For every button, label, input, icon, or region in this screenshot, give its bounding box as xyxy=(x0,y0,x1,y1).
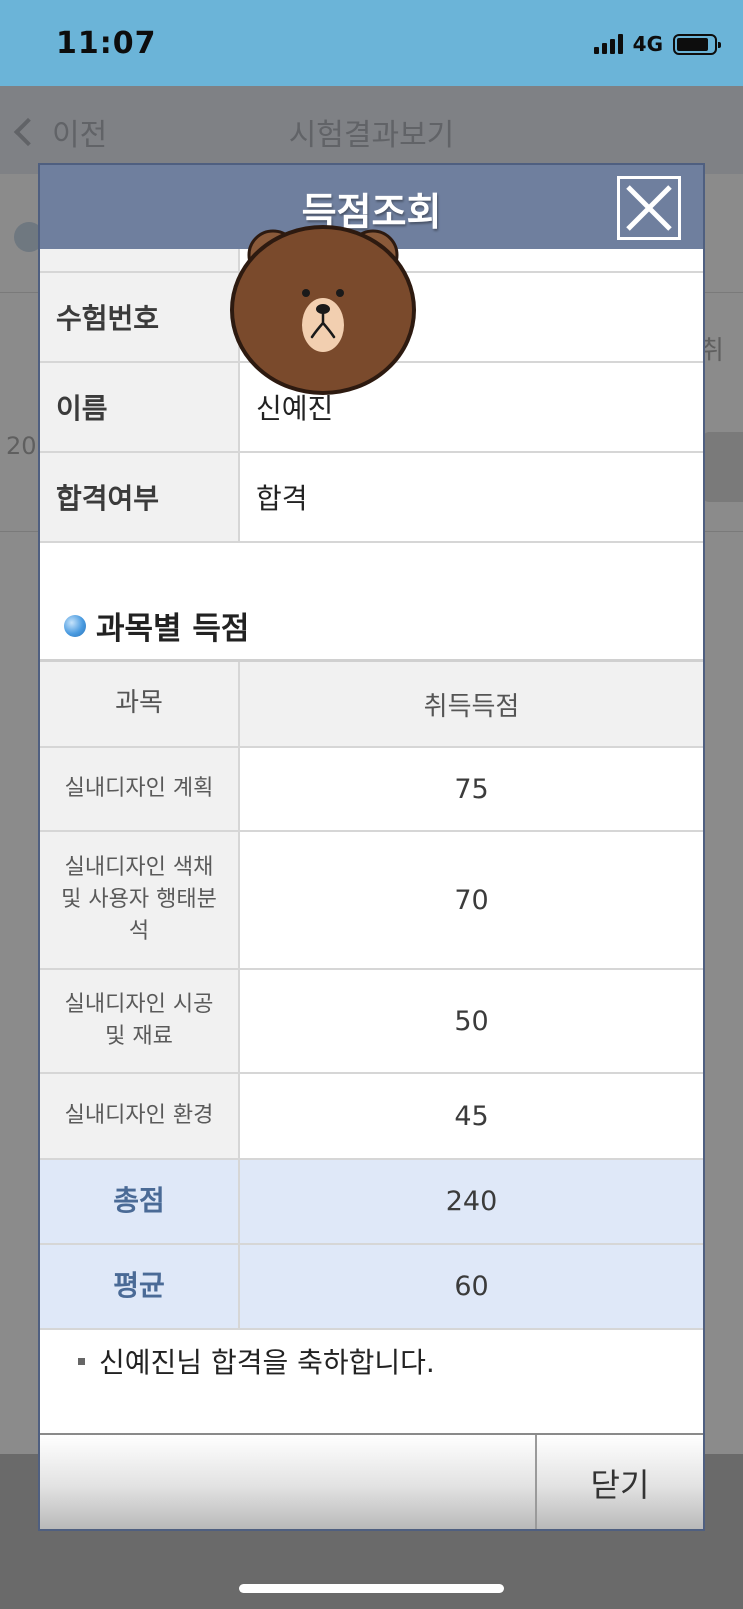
message-text: 신예진님 합격을 축하합니다. xyxy=(99,1346,435,1379)
background-fragment-left: 20 xyxy=(6,432,37,460)
bear-sticker xyxy=(228,215,418,395)
modal-footer: 닫기 xyxy=(40,1433,703,1529)
info-label: 이름 xyxy=(40,363,240,451)
average-row: 평균 60 xyxy=(40,1245,703,1330)
total-label: 총점 xyxy=(40,1160,240,1243)
table-row: 실내디자인 계획 75 xyxy=(40,748,703,832)
subject-cell: 실내디자인 계획 xyxy=(40,748,240,830)
status-time: 11:07 xyxy=(56,26,157,61)
info-label-hidden xyxy=(40,249,240,271)
subject-cell: 실내디자인 시공 및 재료 xyxy=(40,970,240,1072)
message-bullet-icon xyxy=(78,1357,85,1365)
table-row: 실내디자인 환경 45 xyxy=(40,1074,703,1160)
score-cell: 45 xyxy=(240,1074,703,1158)
cellular-signal-icon xyxy=(593,34,623,54)
info-label: 합격여부 xyxy=(40,453,240,541)
average-label: 평균 xyxy=(40,1245,240,1328)
section-bullet-icon xyxy=(64,614,86,637)
average-value: 60 xyxy=(240,1245,703,1328)
table-header-row: 과목 취득득점 xyxy=(40,662,703,748)
section-title-text: 과목별 득점 xyxy=(96,611,250,647)
network-type: 4G xyxy=(632,32,663,56)
info-label: 수험번호 xyxy=(40,273,240,361)
close-button[interactable]: 닫기 xyxy=(537,1435,703,1529)
congratulation-message: 신예진님 합격을 축하합니다. xyxy=(78,1341,435,1381)
column-header-subject: 과목 xyxy=(40,662,240,746)
home-indicator[interactable] xyxy=(239,1584,504,1593)
score-cell: 70 xyxy=(240,832,703,968)
subject-cell: 실내디자인 색채 및 사용자 행태분 석 xyxy=(40,832,240,968)
background-page-title: 시험결과보기 xyxy=(288,118,455,153)
score-table: 과목 취득득점 실내디자인 계획 75 실내디자인 색채 및 사용자 행태분 석… xyxy=(40,659,703,1330)
info-value: 합격 xyxy=(240,453,703,541)
table-row: 실내디자인 색채 및 사용자 행태분 석 70 xyxy=(40,832,703,970)
close-icon[interactable] xyxy=(617,176,681,240)
score-cell: 50 xyxy=(240,970,703,1072)
total-row: 총점 240 xyxy=(40,1160,703,1245)
status-bar: 11:07 4G xyxy=(0,0,743,86)
total-value: 240 xyxy=(240,1160,703,1243)
info-row-pass-status: 합격여부 합격 xyxy=(40,453,703,543)
score-cell: 75 xyxy=(240,748,703,830)
background-button xyxy=(703,432,743,502)
status-indicators: 4G xyxy=(593,32,721,56)
section-title: 과목별 득점 xyxy=(64,603,249,648)
battery-icon xyxy=(673,33,721,55)
table-row: 실내디자인 시공 및 재료 50 xyxy=(40,970,703,1074)
column-header-score: 취득득점 xyxy=(240,662,703,746)
subject-cell: 실내디자인 환경 xyxy=(40,1074,240,1158)
